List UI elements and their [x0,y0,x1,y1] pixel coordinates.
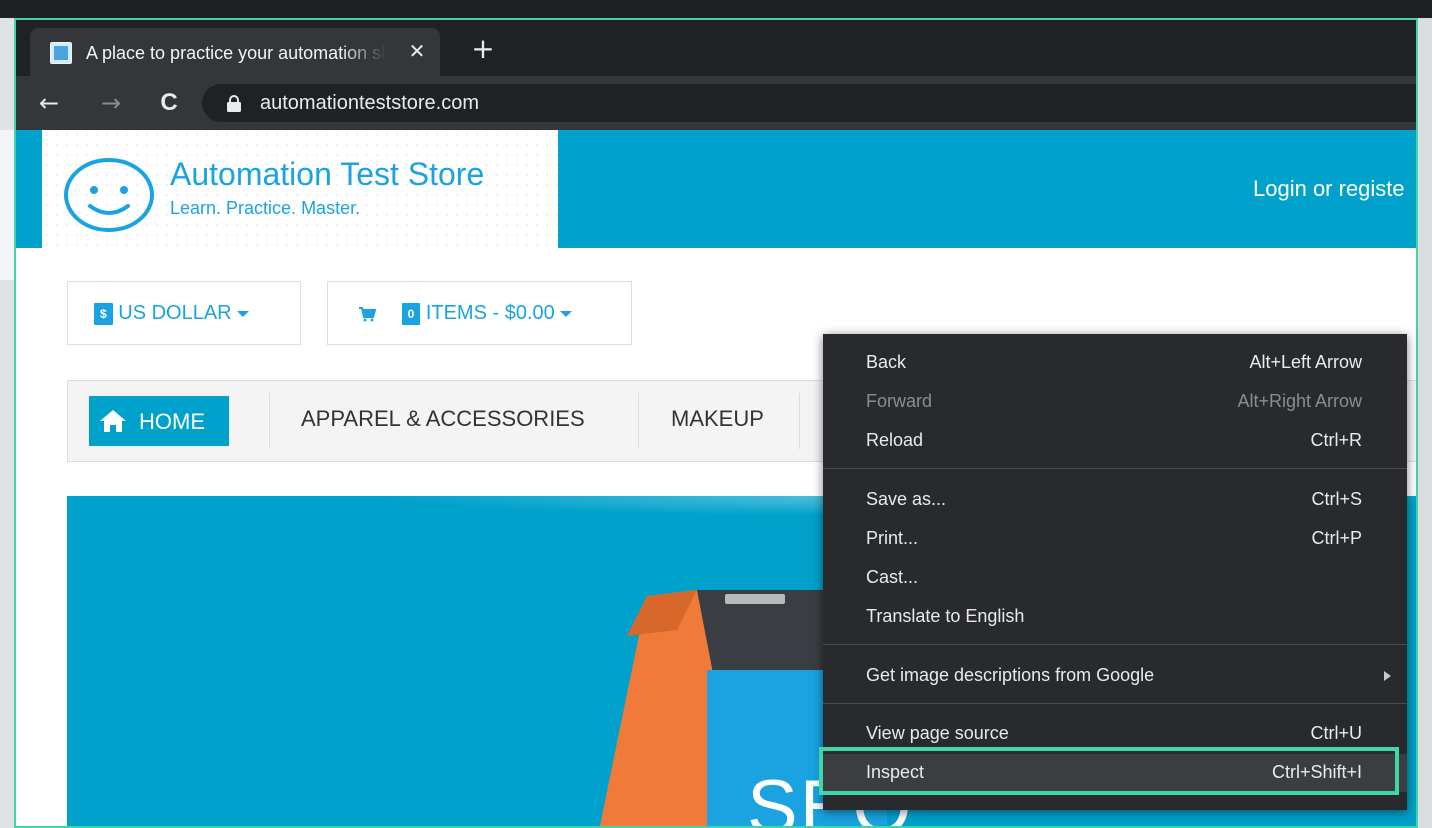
menu-separator [823,703,1407,704]
nav-item-makeup[interactable]: MAKEUP [671,406,764,432]
home-icon [100,410,126,432]
browser-toolbar: ← → C automationteststore.com [16,76,1416,130]
tab-bar: A place to practice your automation skil… [16,20,1416,76]
chevron-down-icon [560,310,573,317]
menu-item-shortcut: Ctrl+S [1311,489,1362,509]
nav-home-label: HOME [139,409,205,434]
browser-tab[interactable]: A place to practice your automation skil… [30,28,440,76]
address-bar[interactable]: automationteststore.com [202,84,1416,122]
site-logo[interactable]: Automation Test Store Learn. Practice. M… [42,130,558,248]
nav-item-apparel[interactable]: APPAREL & ACCESSORIES [301,406,585,432]
menu-item-label: Print... [866,528,919,548]
menu-item-save-as[interactable]: Save as... Ctrl+S [823,481,1407,519]
chevron-down-icon [237,310,250,317]
site-favicon-icon [50,42,72,64]
menu-item-shortcut: Ctrl+R [1310,430,1362,450]
background-window-strip [0,130,14,280]
site-header: Automation Test Store Learn. Practice. M… [16,130,1416,248]
login-register-link[interactable]: Login or registe [1253,176,1405,202]
background-window-edge [0,18,14,828]
menu-item-shortcut: Ctrl+P [1311,528,1362,548]
menu-item-image-descriptions[interactable]: Get image descriptions from Google [823,657,1407,695]
menu-item-shortcut: Alt+Right Arrow [1237,391,1362,411]
currency-dropdown[interactable]: $ US DOLLAR [67,281,301,345]
currency-badge: $ [94,302,113,325]
cart-icon [359,306,377,322]
menu-item-inspect[interactable]: Inspect Ctrl+Shift+I [823,754,1407,792]
menu-item-label: Forward [866,391,933,411]
menu-item-shortcut: Ctrl+Shift+I [1271,762,1362,782]
menu-item-cast[interactable]: Cast... [823,559,1407,597]
menu-item-label: Save as... [866,489,947,509]
menu-item-shortcut: Alt+Left Arrow [1249,352,1362,372]
logo-tagline: Learn. Practice. Master. [170,198,361,218]
desktop-top-strip [0,0,1432,18]
menu-item-shortcut: Ctrl+U [1310,723,1362,743]
cart-dropdown[interactable]: 0 ITEMS - $0.00 [327,281,632,345]
currency-label: US DOLLAR [118,302,232,324]
reload-icon[interactable]: C [152,86,186,120]
menu-separator [823,468,1407,469]
menu-item-label: Inspect [866,762,925,782]
menu-item-forward[interactable]: Forward Alt+Right Arrow [823,383,1407,421]
menu-item-label: Back [866,352,907,372]
cart-label: ITEMS - $0.00 [425,302,555,324]
close-icon[interactable]: ✕ [404,38,430,64]
back-arrow-icon[interactable]: ← [32,86,66,120]
context-menu: Back Alt+Left Arrow Forward Alt+Right Ar… [823,334,1407,810]
menu-item-label: View page source [866,723,1009,743]
forward-arrow-icon[interactable]: → [94,86,128,120]
menu-item-back[interactable]: Back Alt+Left Arrow [823,344,1407,382]
right-scrollbar[interactable] [1418,18,1432,828]
menu-item-print[interactable]: Print... Ctrl+P [823,520,1407,558]
submenu-arrow-icon [1384,671,1391,681]
menu-item-label: Get image descriptions from Google [866,665,1155,685]
menu-item-label: Reload [866,430,924,450]
cart-count-badge: 0 [401,302,421,325]
menu-item-label: Translate to English [866,606,1025,626]
nav-home[interactable]: HOME [89,396,229,446]
logo-title: Automation Test Store [170,156,485,192]
menu-item-label: Cast... [866,567,919,587]
menu-item-translate[interactable]: Translate to English [823,598,1407,636]
url-text: automationteststore.com [260,92,479,114]
menu-item-reload[interactable]: Reload Ctrl+R [823,422,1407,460]
tab-title: A place to practice your automation skil… [86,43,386,63]
menu-item-view-source[interactable]: View page source Ctrl+U [823,715,1407,753]
nav-divider [799,393,800,449]
lock-icon [227,95,241,112]
nav-divider [269,393,270,449]
nav-divider [638,393,639,449]
menu-separator [823,644,1407,645]
smiley-logo-icon [64,158,154,232]
new-tab-button[interactable]: + [468,34,498,64]
